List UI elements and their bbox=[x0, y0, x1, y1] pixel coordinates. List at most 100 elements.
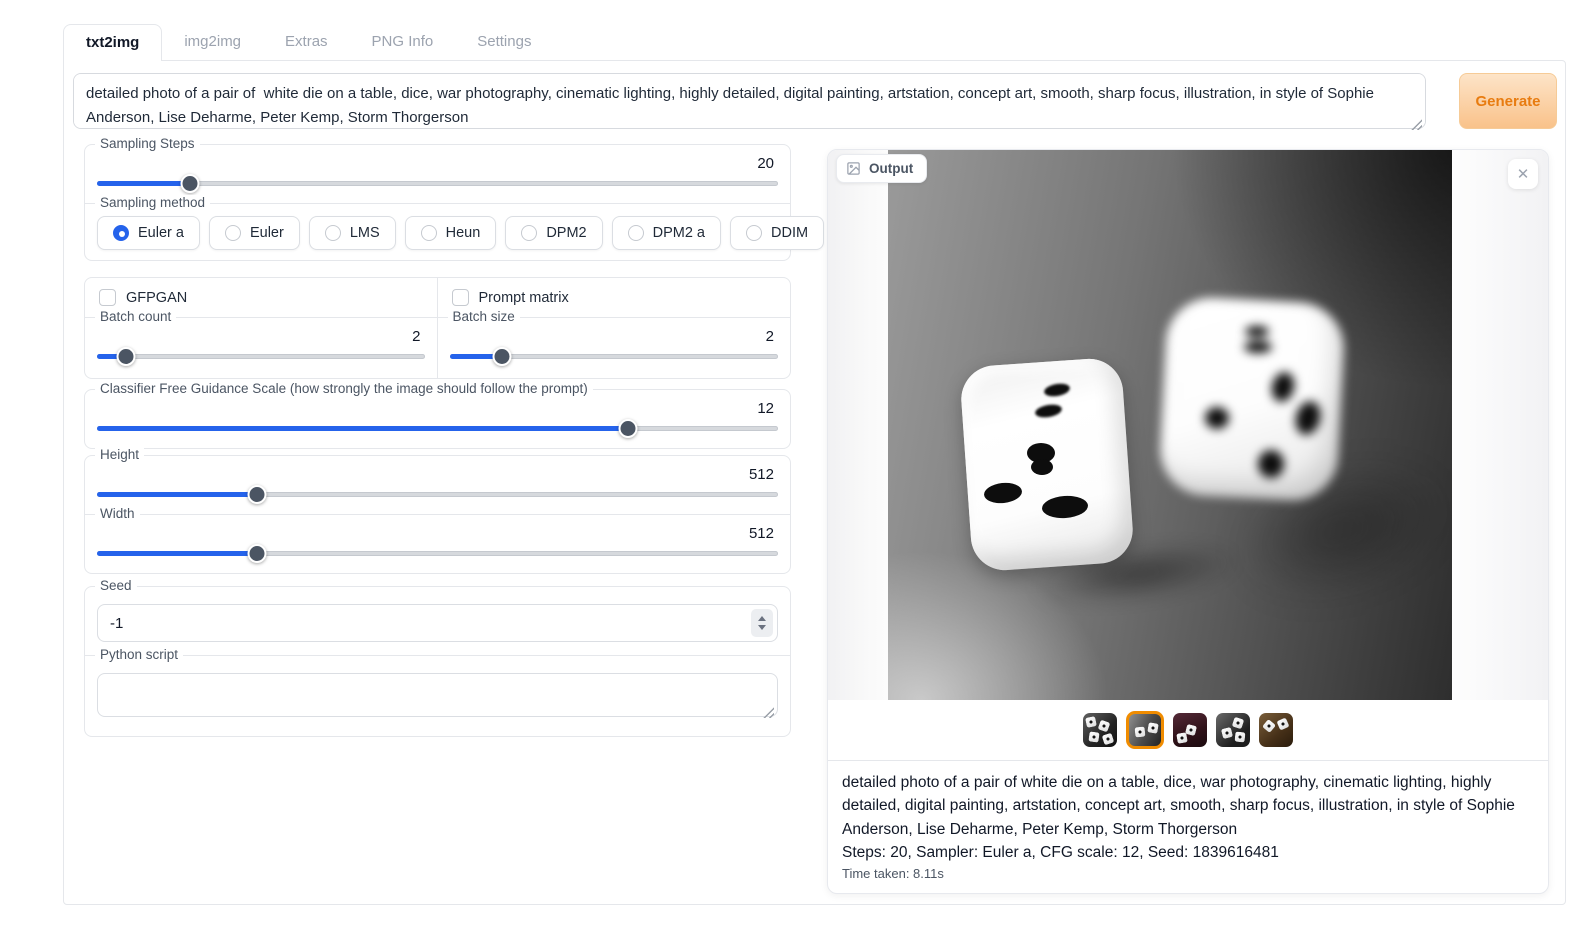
seed-input[interactable] bbox=[97, 604, 778, 642]
radio-label: DPM2 bbox=[546, 225, 586, 241]
batch-size-label: Batch size bbox=[448, 309, 520, 324]
radio-dpm2-a[interactable]: DPM2 a bbox=[612, 216, 721, 250]
slider-track[interactable] bbox=[97, 181, 778, 186]
radio-dot-icon bbox=[113, 225, 129, 241]
gallery-thumbnail-5[interactable] bbox=[1259, 713, 1293, 747]
radio-euler[interactable]: Euler bbox=[209, 216, 300, 250]
seed-script-panel: Seed Python script bbox=[84, 586, 791, 737]
cfg-field: Classifier Free Guidance Scale (how stro… bbox=[85, 390, 790, 448]
slider-fill bbox=[97, 426, 628, 431]
settings-column: Sampling Steps 20 Sampling method Euler … bbox=[84, 144, 791, 737]
batch-size-slider[interactable] bbox=[450, 346, 779, 366]
radio-heun[interactable]: Heun bbox=[405, 216, 497, 250]
sampling-steps-slider[interactable] bbox=[97, 173, 778, 193]
cfg-slider[interactable] bbox=[97, 418, 778, 438]
spinner-up-icon[interactable] bbox=[758, 616, 766, 621]
close-icon[interactable]: ✕ bbox=[1508, 159, 1538, 189]
height-value: 512 bbox=[97, 466, 778, 483]
generate-button[interactable]: Generate bbox=[1459, 73, 1557, 129]
generated-image[interactable] bbox=[888, 150, 1452, 700]
height-slider[interactable] bbox=[97, 484, 778, 504]
caption-params-text: Steps: 20, Sampler: Euler a, CFG scale: … bbox=[842, 841, 1534, 864]
dimensions-panel: Height 512 Width 512 bbox=[84, 455, 791, 574]
spinner-down-icon[interactable] bbox=[758, 625, 766, 630]
sampling-method-field: Sampling method Euler a Euler LMS Heun D… bbox=[85, 203, 790, 260]
gallery-thumbnail-4[interactable] bbox=[1216, 713, 1250, 747]
options-batch-panel: GFPGAN Prompt matrix Batch count 2 bbox=[84, 277, 791, 379]
batch-count-slider[interactable] bbox=[97, 346, 425, 366]
radio-label: Heun bbox=[446, 225, 481, 241]
radio-dot-icon bbox=[421, 225, 437, 241]
width-label: Width bbox=[95, 506, 140, 521]
radio-lms[interactable]: LMS bbox=[309, 216, 396, 250]
slider-knob[interactable] bbox=[117, 347, 136, 366]
slider-knob[interactable] bbox=[248, 544, 267, 563]
sampling-method-label: Sampling method bbox=[95, 195, 210, 210]
output-header-label: Output bbox=[869, 161, 913, 176]
caption-time-taken: Time taken: 8.11s bbox=[842, 864, 1534, 884]
output-header-chip: Output bbox=[836, 154, 927, 183]
radio-euler-a[interactable]: Euler a bbox=[97, 216, 200, 250]
image-icon bbox=[846, 161, 861, 176]
main-container: detailed photo of a pair of white die on… bbox=[63, 60, 1566, 905]
radio-dot-icon bbox=[225, 225, 241, 241]
output-caption: detailed photo of a pair of white die on… bbox=[828, 760, 1548, 892]
slider-knob[interactable] bbox=[180, 174, 199, 193]
sampling-method-radio-group: Euler a Euler LMS Heun DPM2 DPM2 a DDIM … bbox=[97, 216, 778, 250]
app-root: txt2img img2img Extras PNG Info Settings… bbox=[0, 0, 1594, 935]
prompt-input[interactable]: detailed photo of a pair of white die on… bbox=[73, 73, 1426, 129]
slider-fill bbox=[97, 551, 257, 556]
slider-knob[interactable] bbox=[619, 419, 638, 438]
slider-fill bbox=[97, 492, 257, 497]
gallery-thumbnail-3[interactable] bbox=[1173, 713, 1207, 747]
radio-label: DPM2 a bbox=[653, 225, 705, 241]
sampling-steps-label: Sampling Steps bbox=[95, 136, 200, 151]
tab-txt2img[interactable]: txt2img bbox=[63, 24, 162, 61]
batch-count-field: Batch count 2 bbox=[85, 318, 438, 378]
prompt-row: detailed photo of a pair of white die on… bbox=[73, 73, 1557, 134]
slider-track[interactable] bbox=[97, 354, 425, 359]
gallery-thumbnail-1[interactable] bbox=[1083, 713, 1117, 747]
radio-label: DDIM bbox=[771, 225, 808, 241]
batch-count-label: Batch count bbox=[95, 309, 176, 324]
cfg-label: Classifier Free Guidance Scale (how stro… bbox=[95, 381, 593, 396]
width-field: Width 512 bbox=[85, 514, 790, 573]
output-image-stage: Output ✕ bbox=[828, 150, 1548, 700]
radio-dot-icon bbox=[746, 225, 762, 241]
seed-spinner[interactable] bbox=[751, 609, 773, 637]
tab-extras[interactable]: Extras bbox=[263, 24, 350, 61]
tab-settings[interactable]: Settings bbox=[455, 24, 553, 61]
height-field: Height 512 bbox=[85, 456, 790, 514]
slider-fill bbox=[97, 181, 190, 186]
python-script-label: Python script bbox=[95, 647, 183, 662]
tab-bar: txt2img img2img Extras PNG Info Settings bbox=[63, 24, 553, 61]
cfg-value: 12 bbox=[97, 400, 778, 417]
radio-dot-icon bbox=[628, 225, 644, 241]
slider-knob[interactable] bbox=[248, 485, 267, 504]
output-panel: Output ✕ bbox=[827, 149, 1549, 894]
python-script-field: Python script bbox=[85, 655, 790, 736]
gallery-thumbnail-2-selected[interactable] bbox=[1126, 711, 1164, 749]
batch-size-field: Batch size 2 bbox=[438, 318, 791, 378]
slider-knob[interactable] bbox=[493, 347, 512, 366]
radio-label: LMS bbox=[350, 225, 380, 241]
radio-label: Euler bbox=[250, 225, 284, 241]
prompt-matrix-checkbox[interactable] bbox=[452, 289, 469, 306]
seed-label: Seed bbox=[95, 578, 137, 593]
sampling-steps-value: 20 bbox=[97, 155, 778, 172]
tab-img2img[interactable]: img2img bbox=[162, 24, 263, 61]
prompt-matrix-label: Prompt matrix bbox=[479, 290, 569, 306]
seed-field: Seed bbox=[85, 587, 790, 655]
radio-ddim[interactable]: DDIM bbox=[730, 216, 824, 250]
gfpgan-checkbox[interactable] bbox=[99, 289, 116, 306]
radio-dpm2[interactable]: DPM2 bbox=[505, 216, 602, 250]
width-slider[interactable] bbox=[97, 543, 778, 563]
width-value: 512 bbox=[97, 525, 778, 542]
height-label: Height bbox=[95, 447, 144, 462]
gallery-thumbnails bbox=[828, 700, 1548, 760]
tab-png-info[interactable]: PNG Info bbox=[350, 24, 456, 61]
radio-dot-icon bbox=[521, 225, 537, 241]
batch-size-value: 2 bbox=[450, 328, 779, 345]
python-script-input[interactable] bbox=[97, 673, 778, 717]
gfpgan-label: GFPGAN bbox=[126, 290, 187, 306]
